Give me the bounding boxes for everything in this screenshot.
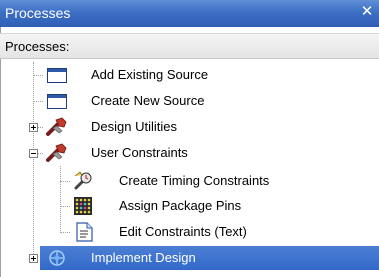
window-icon bbox=[47, 68, 67, 83]
tree-item-label: Create Timing Constraints bbox=[119, 173, 270, 188]
tree-item-label: Assign Package Pins bbox=[119, 198, 242, 213]
tree-item-add-existing-source[interactable]: Add Existing Source bbox=[0, 63, 379, 87]
tree-item-label: Add Existing Source bbox=[91, 67, 209, 82]
tools-icon bbox=[46, 117, 67, 136]
expand-icon[interactable] bbox=[29, 254, 38, 263]
tree-item-label: Edit Constraints (Text) bbox=[119, 224, 247, 239]
tree-item-implement-design[interactable]: Implement Design bbox=[0, 246, 379, 270]
timing-icon bbox=[74, 171, 92, 190]
document-icon bbox=[76, 222, 93, 242]
tree-item-edit-constraints-text[interactable]: Edit Constraints (Text) bbox=[0, 220, 379, 244]
window-icon bbox=[47, 94, 67, 109]
tree-item-user-constraints[interactable]: User Constraints bbox=[0, 141, 379, 165]
tree-item-label: Design Utilities bbox=[91, 119, 177, 134]
implement-icon bbox=[49, 250, 65, 266]
tree-item-create-new-source[interactable]: Create New Source bbox=[0, 89, 379, 113]
collapse-icon[interactable] bbox=[29, 149, 38, 158]
tree-item-label: Implement Design bbox=[91, 250, 196, 265]
tree-item-assign-package-pins[interactable]: Assign Package Pins bbox=[0, 194, 379, 218]
expand-icon[interactable] bbox=[29, 123, 38, 132]
tools-icon bbox=[46, 143, 67, 162]
process-tree: Add Existing Source Create New Source De… bbox=[0, 0, 379, 277]
chip-icon bbox=[74, 197, 92, 215]
tree-item-label: Create New Source bbox=[91, 93, 205, 108]
tree-item-create-timing-constraints[interactable]: Create Timing Constraints bbox=[0, 169, 379, 193]
tree-item-design-utilities[interactable]: Design Utilities bbox=[0, 115, 379, 139]
tree-item-label: User Constraints bbox=[91, 145, 188, 160]
